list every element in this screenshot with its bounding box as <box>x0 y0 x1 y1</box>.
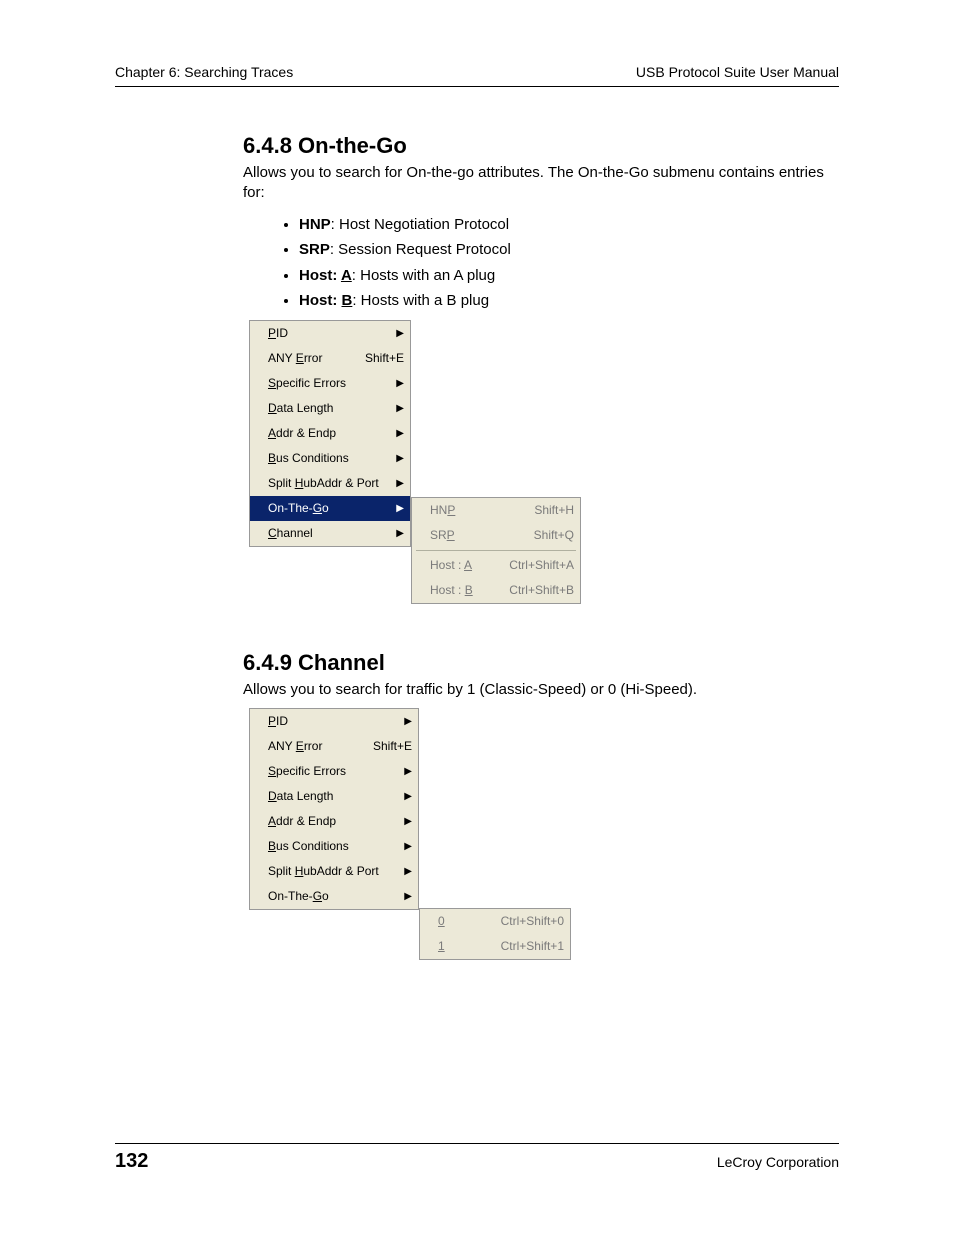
submenu-item-host-a[interactable]: Host : A Ctrl+Shift+A <box>412 553 580 578</box>
chevron-right-icon: ▶ <box>394 428 404 439</box>
submenu-item-1[interactable]: 1 Ctrl+Shift+1 <box>420 934 570 959</box>
submenu-item-hnp[interactable]: HNP Shift+H <box>412 498 580 523</box>
menu-item-bus-conditions-2[interactable]: Bus Conditions ▶ <box>250 834 418 859</box>
chevron-right-icon: ▶ <box>394 503 404 514</box>
menu-item-addr-endp[interactable]: Addr & Endp ▶ <box>250 421 410 446</box>
menu-item-data-length[interactable]: Data Length ▶ <box>250 396 410 421</box>
chevron-right-icon: ▶ <box>402 816 412 827</box>
footer-corp: LeCroy Corporation <box>717 1154 839 1170</box>
intro-649: Allows you to search for traffic by 1 (C… <box>243 680 839 700</box>
intro-648: Allows you to search for On-the-go attri… <box>243 163 839 204</box>
page: Chapter 6: Searching Traces USB Protocol… <box>0 0 954 1235</box>
submenu-item-0[interactable]: 0 Ctrl+Shift+0 <box>420 909 570 934</box>
chevron-right-icon: ▶ <box>394 378 404 389</box>
page-header: Chapter 6: Searching Traces USB Protocol… <box>115 64 839 86</box>
menu-item-split-hubaddr[interactable]: Split HubAddr & Port ▶ <box>250 471 410 496</box>
chevron-right-icon: ▶ <box>394 328 404 339</box>
menu-item-any-error[interactable]: ANY Error Shift+E <box>250 346 410 371</box>
chevron-right-icon: ▶ <box>402 891 412 902</box>
menu-item-channel[interactable]: Channel ▶ <box>250 521 410 546</box>
menu-item-specific-errors-2[interactable]: Specific Errors ▶ <box>250 759 418 784</box>
content: 6.4.8 On-the-Go Allows you to search for… <box>115 87 839 983</box>
page-footer: 132 LeCroy Corporation <box>115 1143 839 1173</box>
chevron-right-icon: ▶ <box>394 478 404 489</box>
menu-item-bus-conditions[interactable]: Bus Conditions ▶ <box>250 446 410 471</box>
bullet-host-a: Host: A: Hosts with an A plug <box>299 263 839 289</box>
menu-item-pid[interactable]: PID ▶ <box>250 321 410 346</box>
submenu-channel[interactable]: 0 Ctrl+Shift+0 1 Ctrl+Shift+1 <box>419 908 571 960</box>
chevron-right-icon: ▶ <box>394 453 404 464</box>
header-left: Chapter 6: Searching Traces <box>115 64 293 80</box>
heading-649: 6.4.9 Channel <box>243 650 839 676</box>
chevron-right-icon: ▶ <box>394 403 404 414</box>
chevron-right-icon: ▶ <box>402 716 412 727</box>
chevron-right-icon: ▶ <box>402 791 412 802</box>
chevron-right-icon: ▶ <box>402 841 412 852</box>
bullet-srp: SRP: Session Request Protocol <box>299 237 839 263</box>
chevron-right-icon: ▶ <box>402 866 412 877</box>
section-on-the-go: 6.4.8 On-the-Go Allows you to search for… <box>243 133 839 620</box>
menu-item-any-error-2[interactable]: ANY Error Shift+E <box>250 734 418 759</box>
submenu-item-host-b[interactable]: Host : B Ctrl+Shift+B <box>412 578 580 603</box>
chevron-right-icon: ▶ <box>402 766 412 777</box>
menu-item-pid-2[interactable]: PID ▶ <box>250 709 418 734</box>
submenu-item-srp[interactable]: SRP Shift+Q <box>412 523 580 548</box>
menu-screenshot-2: PID ▶ ANY Error Shift+E Specific Errors … <box>231 708 839 983</box>
menu-item-addr-endp-2[interactable]: Addr & Endp ▶ <box>250 809 418 834</box>
context-menu-2[interactable]: PID ▶ ANY Error Shift+E Specific Errors … <box>249 708 419 910</box>
header-right: USB Protocol Suite User Manual <box>636 64 839 80</box>
menu-item-split-hubaddr-2[interactable]: Split HubAddr & Port ▶ <box>250 859 418 884</box>
context-menu[interactable]: PID ▶ ANY Error Shift+E Specific Errors … <box>249 320 411 547</box>
heading-648: 6.4.8 On-the-Go <box>243 133 839 159</box>
menu-item-specific-errors[interactable]: Specific Errors ▶ <box>250 371 410 396</box>
menu-item-data-length-2[interactable]: Data Length ▶ <box>250 784 418 809</box>
page-number: 132 <box>115 1150 148 1173</box>
submenu-separator <box>416 550 576 551</box>
chevron-right-icon: ▶ <box>394 528 404 539</box>
bullet-hnp: HNP: Host Negotiation Protocol <box>299 212 839 238</box>
menu-item-on-the-go-2[interactable]: On-The-Go ▶ <box>250 884 418 909</box>
menu-item-on-the-go[interactable]: On-The-Go ▶ <box>250 496 410 521</box>
section-channel: 6.4.9 Channel Allows you to search for t… <box>243 650 839 983</box>
bullet-list: HNP: Host Negotiation Protocol SRP: Sess… <box>243 212 839 314</box>
bullet-host-b: Host: B: Hosts with a B plug <box>299 288 839 314</box>
menu-screenshot-1: PID ▶ ANY Error Shift+E Specific Errors … <box>231 320 839 620</box>
submenu-on-the-go[interactable]: HNP Shift+H SRP Shift+Q Host : A Ctrl+Sh… <box>411 497 581 604</box>
footer-rule <box>115 1143 839 1144</box>
